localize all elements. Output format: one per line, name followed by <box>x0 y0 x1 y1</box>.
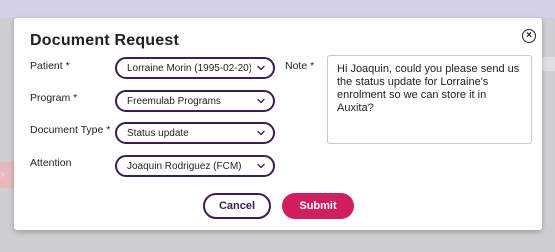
patient-label: Patient * <box>30 60 70 72</box>
document-type-select[interactable]: Status update <box>115 122 275 144</box>
chevron-down-icon <box>257 98 265 104</box>
note-textarea[interactable]: Hi Joaquin, could you please send us the… <box>327 55 532 144</box>
close-icon: × <box>526 30 532 41</box>
program-select-value: Freemulab Programs <box>127 95 221 107</box>
program-label: Program * <box>30 92 78 104</box>
program-select[interactable]: Freemulab Programs <box>115 90 275 112</box>
background-arrow-icon: › <box>1 169 5 180</box>
document-request-dialog: Document Request × Patient * Lorraine Mo… <box>14 18 542 230</box>
chevron-down-icon <box>257 163 265 169</box>
background-header <box>0 0 555 18</box>
attention-select[interactable]: Joaquin Rodriguez (FCM) <box>115 155 275 177</box>
dialog-title: Document Request <box>30 32 179 49</box>
document-type-label: Document Type * <box>30 124 111 136</box>
attention-label: Attention <box>30 157 72 169</box>
close-button[interactable]: × <box>522 29 536 43</box>
background-panel-edge <box>540 57 555 71</box>
submit-button[interactable]: Submit <box>282 193 354 219</box>
chevron-down-icon <box>257 65 265 71</box>
chevron-down-icon <box>257 130 265 136</box>
attention-select-value: Joaquin Rodriguez (FCM) <box>127 160 242 172</box>
note-label: Note * <box>285 60 315 72</box>
patient-select[interactable]: Lorraine Morin (1995-02-20) <box>115 57 275 79</box>
cancel-button[interactable]: Cancel <box>203 193 271 219</box>
patient-select-value: Lorraine Morin (1995-02-20) <box>127 62 251 74</box>
document-type-select-value: Status update <box>127 127 189 139</box>
